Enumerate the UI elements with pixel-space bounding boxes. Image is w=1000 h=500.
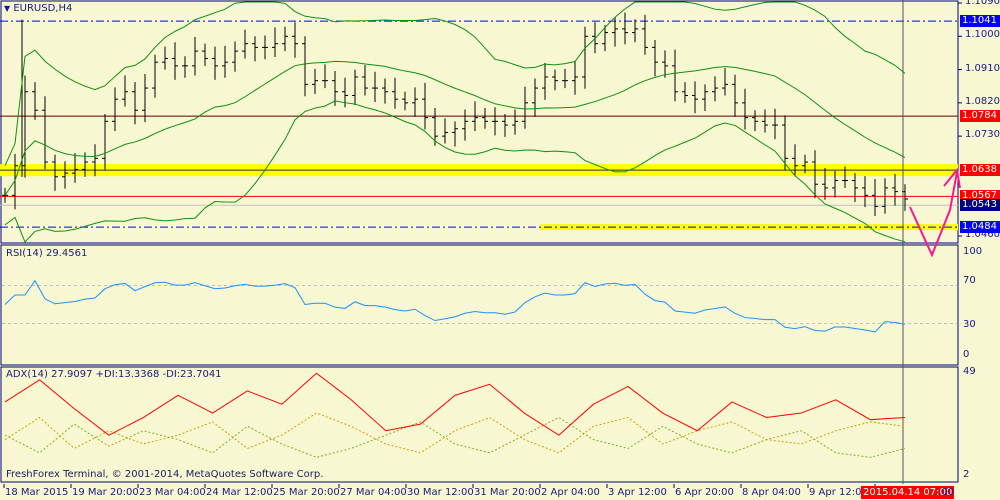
symbol-title: ▼ EURUSD,H4 <box>4 3 73 14</box>
adx-line <box>4 372 906 436</box>
price-level-tag: 1.0784 <box>960 110 1000 123</box>
forecast-arrow <box>909 167 961 258</box>
rsi-tick-0: 0 <box>963 349 970 360</box>
rsi-title: RSI(14) 29.4561 <box>6 248 88 259</box>
time-tick: 3 Apr 12:00 <box>608 487 667 498</box>
time-tick: 18 Mar 2015 <box>5 487 69 498</box>
time-tick: 23 Mar 04:00 <box>139 487 206 498</box>
adx-tick-top: 49 <box>963 366 976 377</box>
rsi-tick-100: 100 <box>963 246 983 257</box>
time-label-tail: :00 <box>938 487 955 498</box>
adx-pane-frame <box>0 366 959 483</box>
price-level-tag: 1.1041 <box>960 15 1000 28</box>
time-tick: 30 Mar 12:00 <box>407 487 474 498</box>
chart-canvas[interactable] <box>0 0 1000 500</box>
price-level-tag: 1.0638 <box>960 164 1000 177</box>
adx-title: ADX(14) 27.9097 +DI:13.3368 -DI:23.7041 <box>6 369 222 380</box>
time-tick: 25 Mar 20:00 <box>273 487 340 498</box>
rsi-tick-70: 70 <box>963 275 976 286</box>
time-tick: 6 Apr 20:00 <box>675 487 734 498</box>
copyright-text: FreshForex Terminal, © 2001-2014, MetaQu… <box>6 469 324 480</box>
time-tick: 19 Mar 20:00 <box>72 487 139 498</box>
price-tick: 1.1090 <box>965 0 1000 7</box>
price-tick: 1.0730 <box>965 129 1000 141</box>
time-tick: 27 Mar 04:00 <box>340 487 407 498</box>
price-level-tag: 1.0543 <box>960 199 1000 212</box>
metatrader-chart-window[interactable]: ▼ EURUSD,H4 1.1090 1.1000 1.0910 1.0820 1.07… <box>0 0 1000 500</box>
time-tick: 31 Mar 20:00 <box>474 487 541 498</box>
time-tick: 2 Apr 04:00 <box>541 487 600 498</box>
time-tick: 24 Mar 12:00 <box>206 487 273 498</box>
rsi-pane-frame <box>0 244 959 366</box>
plus-di-line <box>4 416 906 458</box>
rsi-line <box>4 279 906 333</box>
price-tick: 1.0910 <box>965 62 1000 74</box>
price-tick: 1.0820 <box>965 95 1000 107</box>
price-tick: 1.1000 <box>965 29 1000 41</box>
price-level-tag: 1.0484 <box>960 221 1000 234</box>
time-tick: 8 Apr 04:00 <box>742 487 801 498</box>
rsi-tick-30: 30 <box>963 319 976 330</box>
adx-tick-bottom: 2 <box>963 469 970 480</box>
symbol-label: EURUSD,H4 <box>13 3 73 14</box>
time-tick: 9 Apr 12:00 <box>809 487 868 498</box>
